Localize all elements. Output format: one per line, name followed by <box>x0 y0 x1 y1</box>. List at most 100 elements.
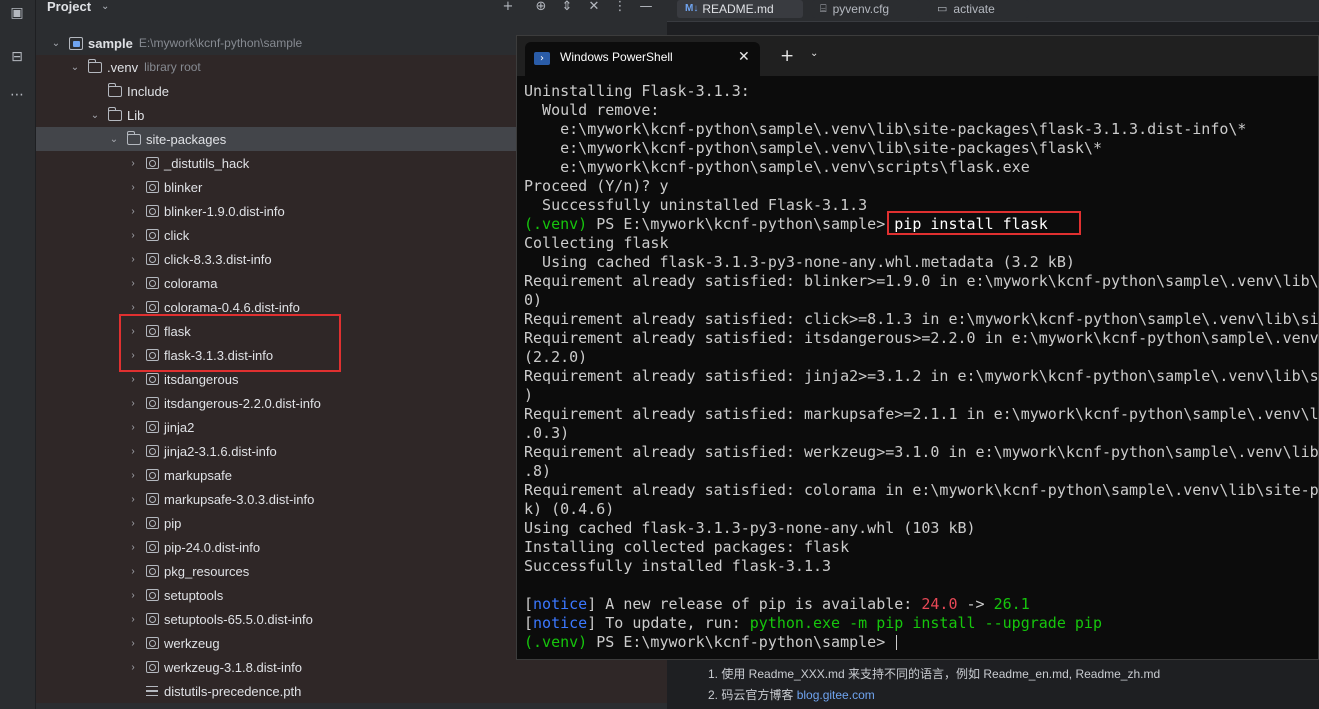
prompt-text: PS E:\mywork\kcnf-python\sample> <box>587 215 895 233</box>
powershell-icon: › <box>534 52 550 65</box>
blog-link[interactable]: blog.gitee.com <box>797 688 875 702</box>
package-folder-icon <box>146 565 159 577</box>
terminal-line: Successfully installed flask-3.1.3 <box>524 557 832 575</box>
chevron-right-icon[interactable]: › <box>126 230 140 241</box>
package-folder-icon <box>146 301 159 313</box>
close-icon[interactable]: ✕ <box>738 49 750 65</box>
tree-item-hint: E:\mywork\kcnf-python\sample <box>138 36 303 50</box>
tab-activate[interactable]: ▭ activate <box>929 0 1029 18</box>
hide-icon[interactable]: — <box>637 0 655 16</box>
tree-row-file[interactable]: distutils-precedence.pth <box>36 679 667 703</box>
tree-item-label: itsdangerous <box>164 371 239 387</box>
package-folder-icon <box>146 277 159 289</box>
tree-item-label: colorama <box>164 275 218 291</box>
chevron-right-icon[interactable]: › <box>126 446 140 457</box>
terminal-line: Requirement already satisfied: werkzeug>… <box>524 443 1319 461</box>
tree-item-label: werkzeug-3.1.8.dist-info <box>164 659 303 675</box>
chevron-right-icon[interactable]: › <box>126 398 140 409</box>
powershell-tab-title: Windows PowerShell <box>560 50 673 64</box>
editor-tab-bar: M↓ README.md ⌸ pyvenv.cfg ▭ activate <box>667 0 1319 22</box>
collapse-all-icon[interactable]: ✕ <box>585 0 603 16</box>
terminal-line: [notice] A new release of pip is availab… <box>524 595 1030 614</box>
add-icon[interactable]: + <box>499 0 517 16</box>
terminal-line: .8) <box>524 462 552 480</box>
chevron-down-icon[interactable]: ⌄ <box>101 0 109 14</box>
package-folder-icon <box>146 205 159 217</box>
tree-item-label: Lib <box>127 107 145 123</box>
chevron-right-icon[interactable]: › <box>126 566 140 577</box>
structure-tool-icon[interactable]: ⊟ <box>4 44 30 70</box>
tab-readme[interactable]: M↓ README.md <box>677 0 803 18</box>
project-tool-icon[interactable]: ▣ <box>4 0 30 26</box>
chevron-right-icon[interactable]: › <box>126 158 140 169</box>
chevron-right-icon[interactable]: › <box>126 326 140 337</box>
package-folder-icon <box>146 325 159 337</box>
terminal-line: Uninstalling Flask-3.1.3: <box>524 82 750 100</box>
terminal-line: Requirement already satisfied: colorama … <box>524 481 1319 499</box>
venv-indicator: (.venv) <box>524 633 588 651</box>
chevron-down-icon[interactable]: ⌄ <box>68 62 82 73</box>
project-panel-title[interactable]: Project <box>47 0 91 14</box>
tree-item-label: blinker-1.9.0.dist-info <box>164 203 285 219</box>
chevron-right-icon[interactable]: › <box>126 350 140 361</box>
terminal-line: Requirement already satisfied: blinker>=… <box>524 272 1319 290</box>
text-cursor <box>896 635 898 650</box>
tree-item-label: click <box>164 227 190 243</box>
chevron-right-icon[interactable]: › <box>126 182 140 193</box>
chevron-down-icon[interactable]: ⌄ <box>49 38 63 49</box>
tree-item-label: werkzeug <box>164 635 220 651</box>
tree-item-label: pip-24.0.dist-info <box>164 539 261 555</box>
terminal-line: Collecting flask <box>524 234 669 252</box>
folder-icon <box>127 130 141 145</box>
notice-bracket: ] <box>587 595 597 613</box>
new-tab-icon[interactable]: + <box>780 46 794 66</box>
package-folder-icon <box>146 661 159 673</box>
chevron-down-icon[interactable]: ⌄ <box>88 110 102 121</box>
terminal-line: Would remove: <box>524 101 660 119</box>
chevron-right-icon[interactable]: › <box>126 422 140 433</box>
chevron-right-icon[interactable]: › <box>126 254 140 265</box>
terminal-line: e:\mywork\kcnf-python\sample\.venv\lib\s… <box>524 120 1247 138</box>
chevron-right-icon[interactable]: › <box>126 278 140 289</box>
tree-item-label: _distutils_hack <box>164 155 250 171</box>
tree-item-label: itsdangerous-2.2.0.dist-info <box>164 395 321 411</box>
chevron-right-icon[interactable]: › <box>126 206 140 217</box>
chevron-right-icon[interactable]: › <box>126 590 140 601</box>
powershell-tab[interactable]: › Windows PowerShell ✕ <box>525 42 760 76</box>
tree-item-hint: library root <box>144 60 201 74</box>
tree-item-label: setuptools-65.5.0.dist-info <box>164 611 313 627</box>
chevron-right-icon[interactable]: › <box>126 494 140 505</box>
tree-item-label: pip <box>164 515 182 531</box>
expand-all-icon[interactable]: ⇕ <box>558 0 576 16</box>
powershell-window: › Windows PowerShell ✕ + ⌄ Uninstalling … <box>516 35 1319 660</box>
chevron-down-icon[interactable]: ⌄ <box>107 134 121 145</box>
package-folder-icon <box>146 397 159 409</box>
package-folder-icon <box>146 613 159 625</box>
script-file-icon: ▭ <box>937 3 948 15</box>
terminal-line: (2.2.0) <box>524 348 588 366</box>
package-folder-icon <box>146 517 159 529</box>
chevron-right-icon[interactable]: › <box>126 662 140 673</box>
terminal-line: Requirement already satisfied: click>=8.… <box>524 310 1319 328</box>
notice-tag: notice <box>533 614 588 632</box>
chevron-right-icon[interactable]: › <box>126 470 140 481</box>
more-tools-icon[interactable]: ⋯ <box>4 82 30 108</box>
chevron-right-icon[interactable]: › <box>126 614 140 625</box>
chevron-right-icon[interactable]: › <box>126 518 140 529</box>
package-folder-icon <box>146 541 159 553</box>
chevron-right-icon[interactable]: › <box>126 638 140 649</box>
tab-pyvenv[interactable]: ⌸ pyvenv.cfg <box>812 0 920 18</box>
chevron-down-icon[interactable]: ⌄ <box>810 48 818 59</box>
tree-item-label: colorama-0.4.6.dist-info <box>164 299 300 315</box>
locate-icon[interactable]: ⊕ <box>532 0 550 16</box>
chevron-right-icon[interactable]: › <box>126 302 140 313</box>
activity-strip: ▣ ⊟ ⋯ <box>0 0 36 709</box>
chevron-right-icon[interactable]: › <box>126 542 140 553</box>
chevron-right-icon[interactable]: › <box>126 374 140 385</box>
folder-icon <box>108 106 122 121</box>
terminal-line: Requirement already satisfied: itsdanger… <box>524 329 1319 347</box>
package-folder-icon <box>146 349 159 361</box>
tree-item-label: .venv <box>107 59 139 75</box>
package-folder-icon <box>146 181 159 193</box>
options-icon[interactable]: ⋮ <box>611 0 629 16</box>
